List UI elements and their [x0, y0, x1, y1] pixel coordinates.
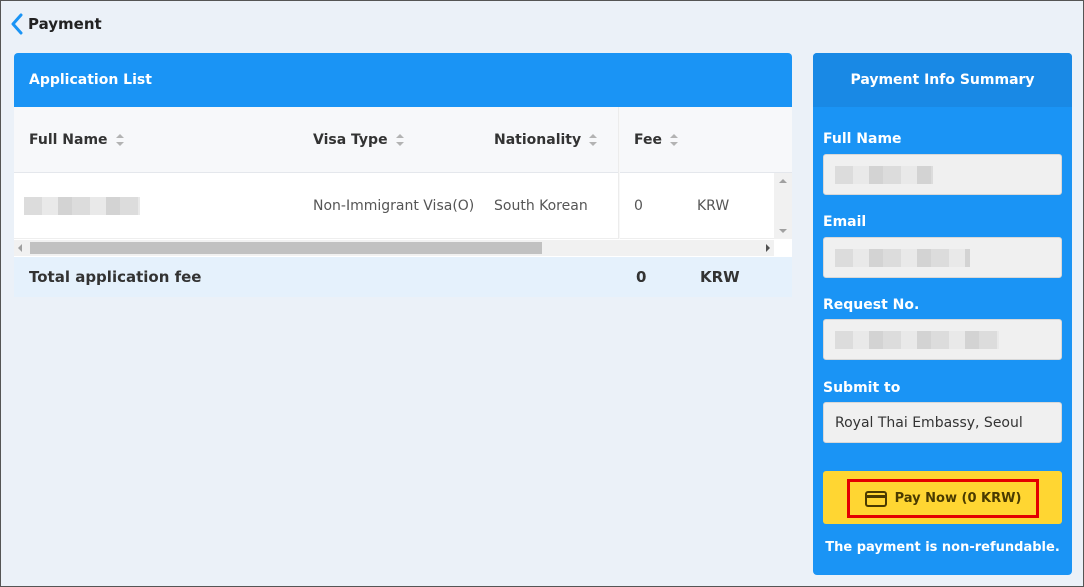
- vertical-scrollbar[interactable]: [774, 173, 792, 239]
- column-label: Fee: [634, 132, 662, 148]
- cell-currency: KRW: [697, 198, 730, 214]
- column-full-name[interactable]: Full Name: [29, 107, 124, 173]
- total-fee-row: Total application fee 0 KRW: [14, 257, 792, 297]
- scrollbar-thumb[interactable]: [30, 242, 542, 254]
- email-label: Email: [823, 214, 867, 230]
- redacted-full-name: [24, 197, 140, 215]
- sort-icon[interactable]: [589, 134, 598, 146]
- table-header: Full Name Visa Type Nationality Fee: [14, 107, 792, 173]
- redacted-email: [835, 248, 970, 267]
- email-field: [823, 237, 1062, 278]
- table-row: Non-Immigrant Visa(O) South Korean 0 KRW: [14, 173, 774, 239]
- column-visa-type[interactable]: Visa Type: [313, 107, 404, 173]
- full-name-label: Full Name: [823, 131, 902, 147]
- scroll-right-arrow-icon[interactable]: [766, 244, 770, 252]
- request-no-field: [823, 319, 1062, 360]
- fixed-column-divider: [618, 107, 620, 239]
- credit-card-icon: [864, 490, 887, 507]
- column-label: Nationality: [494, 132, 582, 148]
- horizontal-scrollbar[interactable]: [14, 240, 774, 256]
- pay-now-button-area[interactable]: Pay Now (0 KRW): [823, 471, 1062, 524]
- scroll-left-arrow-icon[interactable]: [18, 244, 22, 252]
- column-label: Visa Type: [313, 132, 388, 148]
- request-no-label: Request No.: [823, 297, 920, 313]
- submit-to-label: Submit to: [823, 380, 901, 396]
- cell-fee: 0: [634, 198, 643, 214]
- application-table: Full Name Visa Type Nationality Fee Non-…: [14, 107, 792, 257]
- sort-icon[interactable]: [670, 134, 678, 146]
- column-fee[interactable]: Fee: [634, 107, 678, 173]
- total-fee-currency: KRW: [700, 268, 740, 286]
- sort-icon[interactable]: [395, 134, 404, 146]
- scroll-up-arrow-icon[interactable]: [779, 179, 787, 183]
- pay-now-label: Pay Now (0 KRW): [894, 491, 1022, 506]
- column-label: Full Name: [29, 132, 108, 148]
- scroll-down-arrow-icon[interactable]: [779, 229, 787, 233]
- non-refundable-note: The payment is non-refundable.: [825, 540, 1060, 555]
- full-name-field: [823, 154, 1062, 195]
- total-fee-label: Total application fee: [29, 268, 202, 286]
- column-nationality[interactable]: Nationality: [494, 107, 598, 173]
- back-button[interactable]: Payment: [10, 12, 102, 36]
- chevron-left-icon: [10, 13, 24, 35]
- cell-full-name: [24, 173, 140, 239]
- pay-now-button[interactable]: Pay Now (0 KRW): [847, 479, 1039, 518]
- summary-title: Payment Info Summary: [813, 53, 1072, 107]
- application-list-title: Application List: [14, 53, 792, 107]
- submit-to-field: Royal Thai Embassy, Seoul: [823, 402, 1062, 443]
- redacted-full-name: [835, 165, 933, 184]
- sort-icon[interactable]: [115, 134, 124, 146]
- page-title: Payment: [28, 15, 102, 33]
- payment-summary-card: Payment Info Summary Full Name Email Req…: [813, 53, 1072, 575]
- cell-nationality: South Korean: [494, 198, 588, 214]
- cell-visa-type: Non-Immigrant Visa(O): [313, 198, 475, 214]
- total-fee-amount: 0: [636, 268, 647, 286]
- redacted-request-no: [835, 330, 999, 349]
